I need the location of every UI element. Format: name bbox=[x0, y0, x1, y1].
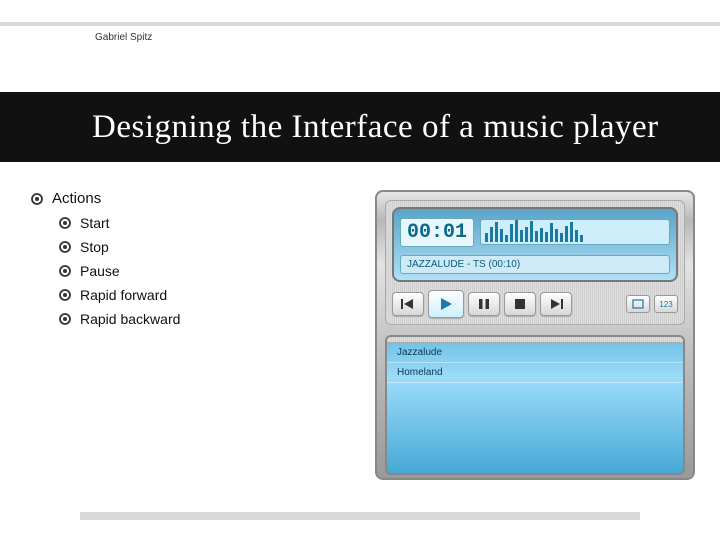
spectrum-bar bbox=[510, 224, 513, 242]
lcd-display: 00:01 JAZZALUDE - TS (00:10) bbox=[392, 207, 678, 282]
bullet-target-icon bbox=[58, 216, 72, 230]
spectrum-bar bbox=[545, 232, 548, 242]
spectrum-bar bbox=[495, 222, 498, 242]
list-item: Rapid forward bbox=[58, 287, 370, 303]
music-player: 00:01 JAZZALUDE - TS (00:10) bbox=[375, 190, 695, 480]
skip-prev-icon bbox=[401, 298, 415, 310]
spectrum-visualizer bbox=[480, 219, 670, 245]
bullet-target-icon bbox=[58, 240, 72, 254]
playlist-item[interactable]: Homeland bbox=[387, 363, 683, 383]
play-button[interactable] bbox=[428, 290, 464, 318]
list-heading: Actions bbox=[30, 190, 370, 207]
spectrum-bar bbox=[520, 230, 523, 242]
spectrum-bar bbox=[580, 235, 583, 242]
list-item-text: Stop bbox=[80, 239, 109, 255]
list-item-text: Rapid backward bbox=[80, 311, 180, 327]
spectrum-bar bbox=[560, 233, 563, 242]
playlist-panel: Jazzalude Homeland bbox=[385, 335, 685, 475]
spectrum-bar bbox=[540, 228, 543, 242]
list-item: Stop bbox=[58, 239, 370, 255]
stop-icon bbox=[514, 298, 526, 310]
bullet-target-icon bbox=[58, 264, 72, 278]
spectrum-bar bbox=[570, 222, 573, 242]
window-mode-button[interactable] bbox=[626, 295, 650, 313]
pause-button[interactable] bbox=[468, 292, 500, 316]
stop-button[interactable] bbox=[504, 292, 536, 316]
title-band: Designing the Interface of a music playe… bbox=[0, 92, 720, 162]
playlist-item[interactable]: Jazzalude bbox=[387, 343, 683, 363]
bullet-target-icon bbox=[58, 288, 72, 302]
spectrum-bar bbox=[500, 229, 503, 242]
now-playing-label: JAZZALUDE - TS (00:10) bbox=[400, 255, 670, 274]
elapsed-time: 00:01 bbox=[400, 218, 474, 247]
numeric-button[interactable]: 123 bbox=[654, 295, 678, 313]
lcd-top-row: 00:01 bbox=[400, 215, 670, 249]
list-item-text: Start bbox=[80, 215, 110, 231]
prev-track-button[interactable] bbox=[392, 292, 424, 316]
spectrum-bar bbox=[505, 235, 508, 242]
bullet-target-icon bbox=[58, 312, 72, 326]
player-panel: 00:01 JAZZALUDE - TS (00:10) bbox=[385, 200, 685, 325]
list-heading-text: Actions bbox=[52, 190, 101, 207]
spectrum-bar bbox=[485, 233, 488, 242]
bullet-list: Actions Start Stop Pause Rapid forward R… bbox=[30, 190, 370, 335]
list-item-text: Pause bbox=[80, 263, 120, 279]
window-icon bbox=[632, 299, 644, 309]
list-item-text: Rapid forward bbox=[80, 287, 167, 303]
slide-title: Designing the Interface of a music playe… bbox=[0, 109, 659, 146]
header-divider bbox=[0, 22, 720, 26]
spectrum-bar bbox=[565, 226, 568, 243]
skip-next-icon bbox=[549, 298, 563, 310]
spectrum-bar bbox=[515, 220, 518, 242]
spectrum-bar bbox=[535, 231, 538, 242]
play-icon bbox=[439, 297, 453, 311]
spectrum-bar bbox=[490, 227, 493, 242]
spectrum-bar bbox=[555, 229, 558, 242]
transport-controls: 123 bbox=[392, 290, 678, 318]
bullet-target-icon bbox=[30, 192, 44, 206]
pause-icon bbox=[478, 298, 490, 310]
next-track-button[interactable] bbox=[540, 292, 572, 316]
spectrum-bar bbox=[525, 227, 528, 242]
author-name: Gabriel Spitz bbox=[95, 32, 152, 43]
list-item: Rapid backward bbox=[58, 311, 370, 327]
list-item: Start bbox=[58, 215, 370, 231]
footer-divider bbox=[80, 512, 640, 520]
spectrum-bar bbox=[530, 221, 533, 242]
list-item: Pause bbox=[58, 263, 370, 279]
spectrum-bar bbox=[575, 230, 578, 242]
spectrum-bar bbox=[550, 223, 553, 242]
